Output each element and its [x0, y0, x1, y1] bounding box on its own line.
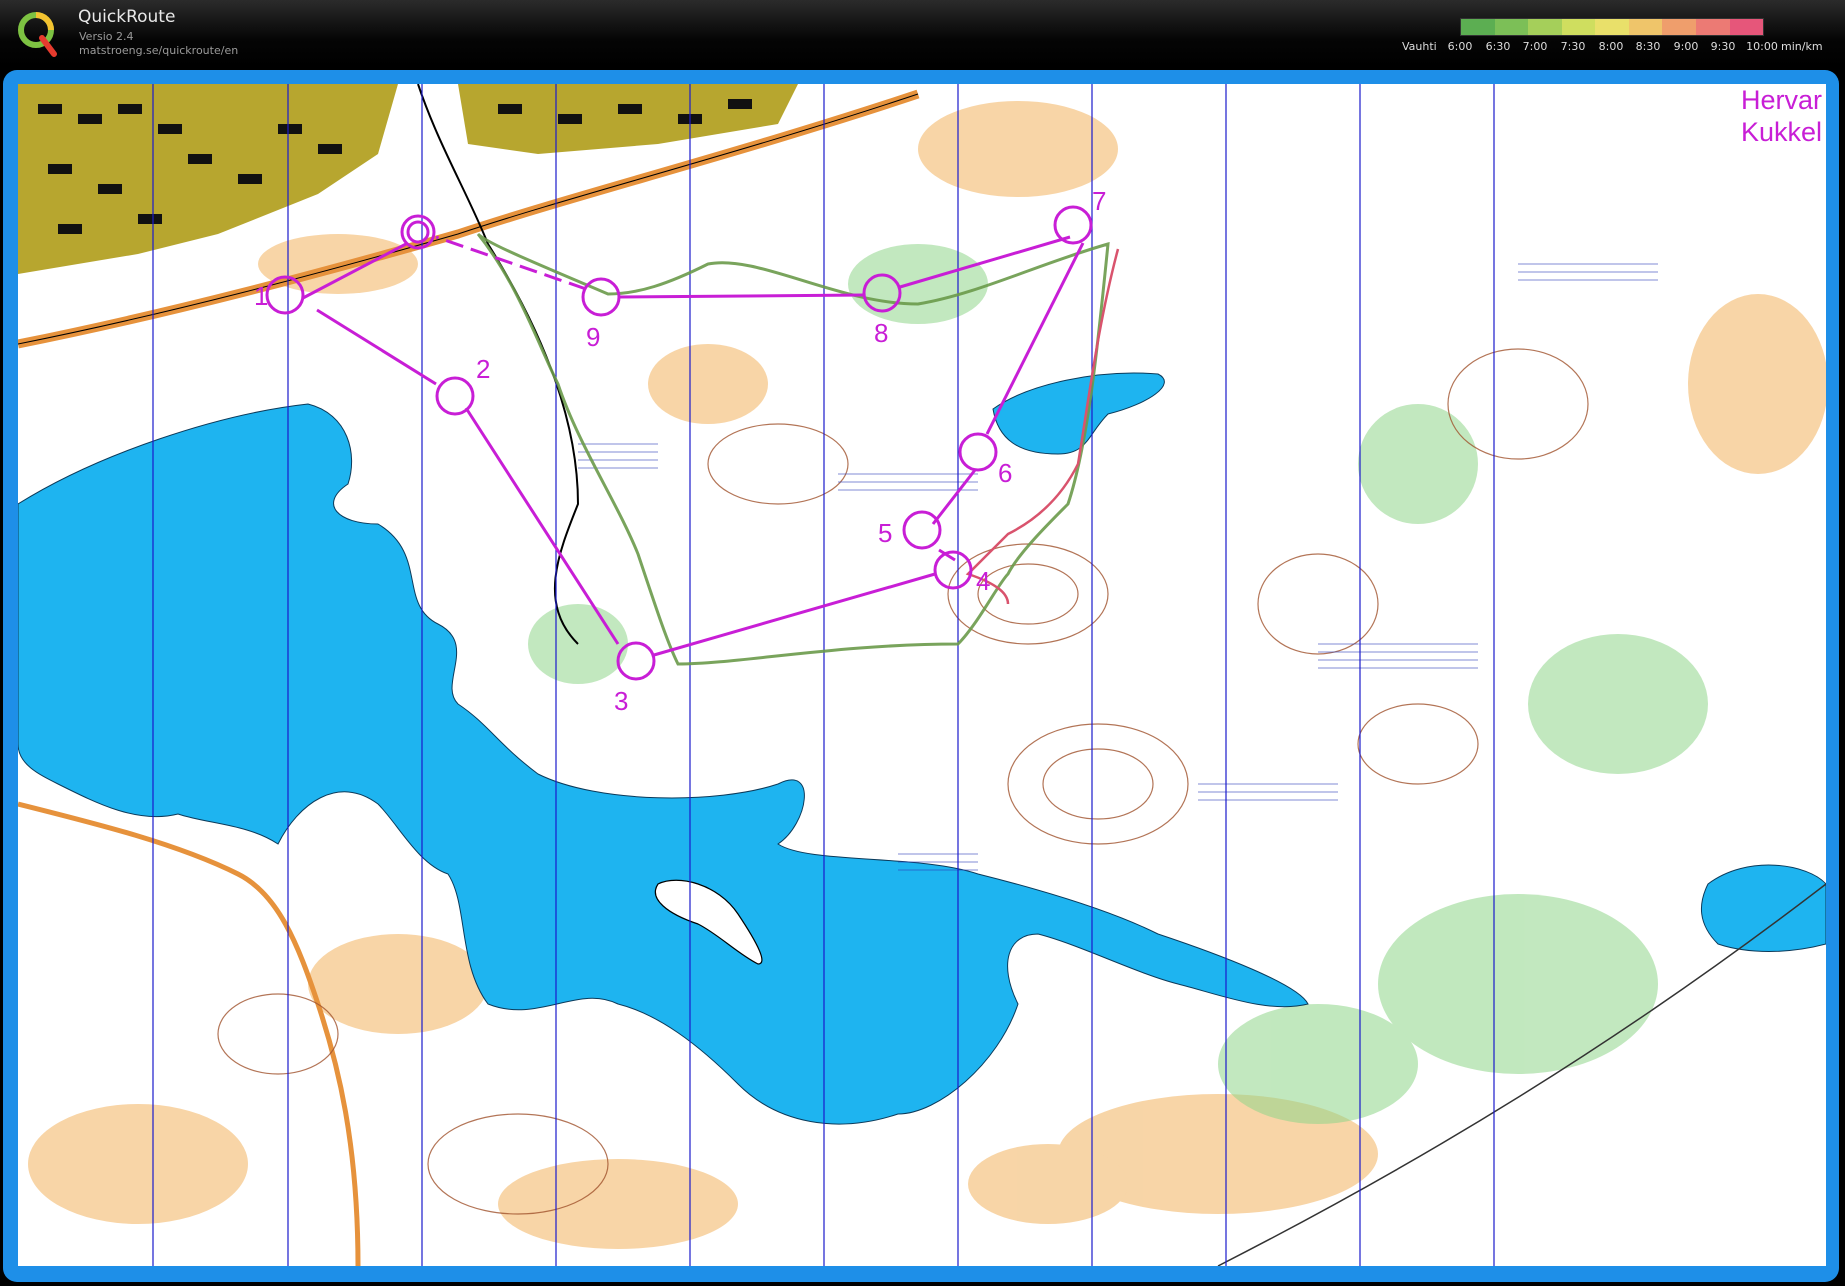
- pace-tick: 9:00: [1673, 40, 1699, 53]
- pace-tick: 7:00: [1522, 40, 1548, 53]
- app-title: QuickRoute: [78, 7, 176, 27]
- control-circle[interactable]: [1053, 205, 1093, 245]
- control-number: 5: [878, 518, 892, 548]
- road: [417, 84, 580, 645]
- finish-circle: [406, 220, 430, 244]
- control-number: 3: [614, 686, 628, 716]
- pace-tick: 6:30: [1485, 40, 1511, 53]
- pace-color-segment: [1628, 19, 1663, 35]
- control-number: 1: [254, 281, 268, 311]
- pace-tick: 9:30: [1710, 40, 1736, 53]
- control-number: 9: [586, 322, 600, 352]
- control-number: 2: [476, 354, 490, 384]
- map-credit-line: Hervar: [1740, 85, 1822, 115]
- pace-legend-unit: min/km: [1781, 40, 1823, 53]
- control-number: 6: [998, 458, 1012, 488]
- app-version: Versio 2.4: [79, 30, 134, 43]
- pace-color-segment: [1561, 19, 1596, 35]
- control-circle[interactable]: [958, 432, 998, 472]
- lake-north: [992, 372, 1165, 455]
- pace-color-segment: [1662, 19, 1696, 35]
- quickroute-logo-icon: [18, 12, 57, 57]
- pace-color-segment: [1695, 19, 1730, 35]
- control-number: 8: [874, 318, 888, 348]
- control-circle[interactable]: [581, 277, 621, 317]
- orienteering-map[interactable]: 1 2 3 4 5 6 7 8 9 Hervar Kukkel: [18, 84, 1826, 1266]
- control-number: 4: [976, 566, 990, 596]
- pace-tick: 7:30: [1560, 40, 1586, 53]
- pace-color-segment: [1595, 19, 1629, 35]
- pace-tick: 6:00: [1447, 40, 1473, 53]
- lake-main: [18, 403, 1309, 1125]
- app-url: matstroeng.se/quickroute/en: [79, 44, 239, 57]
- map-credit-line: Kukkel: [1740, 117, 1822, 147]
- control-circle[interactable]: [902, 510, 942, 550]
- map-credit: Hervar Kukkel: [1741, 84, 1822, 148]
- control-circle[interactable]: [435, 376, 475, 416]
- pace-tick: 10:00: [1746, 40, 1778, 53]
- control-circle[interactable]: [616, 641, 656, 681]
- control-number: 7: [1092, 186, 1106, 216]
- pace-tick: 8:30: [1635, 40, 1661, 53]
- pace-tick: 8:00: [1598, 40, 1624, 53]
- pace-color-segment: [1528, 19, 1562, 35]
- pace-legend: Vauhti 6:00 6:30 7:00 7:30 8:00 8:30 9:0…: [1400, 16, 1840, 56]
- pace-legend-ticks: 6:00 6:30 7:00 7:30 8:00 8:30 9:00 9:30 …: [1400, 40, 1840, 54]
- pace-color-segment: [1461, 19, 1495, 35]
- lake-east: [1700, 864, 1826, 952]
- pace-color-bar: [1460, 18, 1764, 36]
- pace-color-segment: [1494, 19, 1529, 35]
- pace-color-segment: [1729, 19, 1764, 35]
- app-header: QuickRoute Versio 2.4 matstroeng.se/quic…: [0, 0, 1845, 66]
- map-canvas: 1 2 3 4 5 6 7 8 9: [18, 84, 1826, 1266]
